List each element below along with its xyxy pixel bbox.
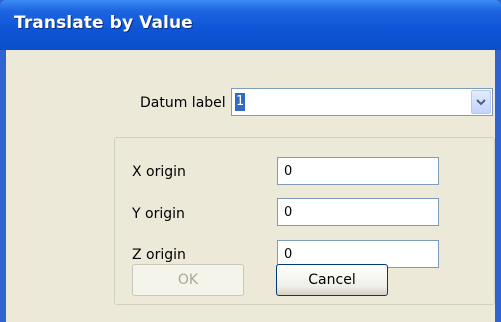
z-origin-label: Z origin [132, 247, 186, 263]
y-origin-label: Y origin [132, 206, 185, 222]
datum-select[interactable]: 1 [231, 88, 493, 116]
chevron-down-icon [476, 99, 486, 106]
cancel-button[interactable]: Cancel [276, 264, 388, 296]
dialog-title: Translate by Value [14, 13, 193, 33]
dropdown-button[interactable] [471, 90, 491, 114]
y-origin-input[interactable] [277, 198, 439, 226]
datum-select-value: 1 [235, 93, 246, 111]
dialog-body: Datum label 1 X origin Y origin Z origin [6, 50, 495, 322]
title-bar[interactable]: Translate by Value [0, 0, 501, 50]
ok-button[interactable]: OK [132, 264, 244, 296]
datum-label: Datum label [140, 95, 226, 111]
x-origin-label: X origin [132, 164, 186, 180]
x-origin-input[interactable] [277, 157, 439, 185]
dialog-window: Translate by Value Datum label 1 X origi… [0, 0, 501, 322]
